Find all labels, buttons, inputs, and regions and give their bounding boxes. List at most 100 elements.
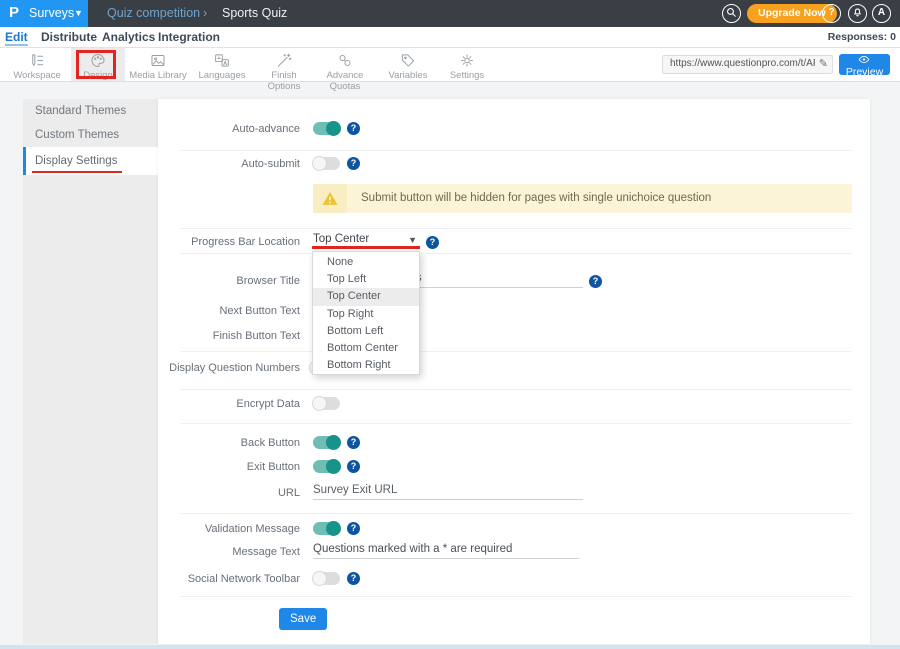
- active-tab-underline: [5, 44, 28, 46]
- encrypt-data-label: Encrypt Data: [140, 398, 300, 410]
- responses-count: Responses: 0: [828, 31, 896, 43]
- edit-toolbar: Workspace Design Media Library Languages…: [0, 48, 900, 82]
- finish-options-wand-icon: [274, 52, 294, 69]
- variables-tag-icon: [398, 52, 418, 69]
- toolbar-item-media-library[interactable]: Media Library: [128, 48, 188, 81]
- dropdown-option-bottom-left[interactable]: Bottom Left: [313, 323, 419, 340]
- save-button[interactable]: Save: [279, 608, 327, 630]
- survey-url-box: ✎: [662, 55, 833, 74]
- divider: [180, 423, 852, 424]
- warning-triangle-icon: [321, 190, 339, 207]
- settings-gear-icon: [457, 52, 477, 69]
- breadcrumb-separator: ›: [203, 0, 207, 27]
- auto-submit-help-icon[interactable]: ?: [347, 157, 360, 170]
- divider: [180, 351, 852, 352]
- progress-bar-location-dropdown: None Top Left Top Center Top Right Botto…: [312, 251, 420, 375]
- sidebar-item-custom-themes[interactable]: Custom Themes: [23, 123, 158, 147]
- toolbar-item-finish-options[interactable]: Finish Options: [254, 48, 314, 92]
- auto-advance-label: Auto-advance: [140, 123, 300, 135]
- auto-advance-toggle[interactable]: [313, 122, 340, 135]
- annotation-red-underline-display-settings: [32, 171, 122, 173]
- dropdown-option-top-center[interactable]: Top Center: [313, 288, 419, 305]
- search-icon: [726, 7, 737, 18]
- divider: [180, 228, 852, 229]
- message-text-input[interactable]: [313, 543, 579, 559]
- social-network-toolbar-label: Social Network Toolbar: [140, 573, 300, 585]
- chevron-down-icon: ▼: [74, 8, 83, 18]
- advance-quotas-icon: [335, 52, 355, 69]
- toolbar-item-languages[interactable]: Languages: [192, 48, 252, 81]
- warning-banner: Submit button will be hidden for pages w…: [313, 184, 852, 213]
- auto-submit-label: Auto-submit: [140, 158, 300, 170]
- top-bar: P Surveys ▼ Quiz competition › Sports Qu…: [0, 0, 900, 27]
- tab-edit[interactable]: Edit: [5, 30, 28, 44]
- media-library-icon: [148, 52, 168, 69]
- eye-icon: [858, 55, 870, 64]
- dropdown-option-bottom-right[interactable]: Bottom Right: [313, 357, 419, 374]
- divider: [180, 253, 852, 254]
- message-text-label: Message Text: [140, 546, 300, 558]
- notifications-button[interactable]: [848, 4, 867, 23]
- back-button-label: Back Button: [140, 437, 300, 449]
- dropdown-option-none[interactable]: None: [313, 254, 419, 271]
- social-network-toolbar-help-icon[interactable]: ?: [347, 572, 360, 585]
- back-button-help-icon[interactable]: ?: [347, 436, 360, 449]
- exit-url-input[interactable]: [313, 484, 583, 500]
- preview-button[interactable]: Preview: [839, 54, 890, 75]
- annotation-red-underline-select: [312, 246, 420, 249]
- divider: [180, 596, 852, 597]
- back-button-toggle[interactable]: [313, 436, 340, 449]
- survey-url-input[interactable]: [668, 57, 817, 70]
- workspace-icon: [27, 52, 47, 69]
- exit-button-help-icon[interactable]: ?: [347, 460, 360, 473]
- survey-nav: Edit Distribute Analytics Integration Re…: [0, 27, 900, 48]
- select-caret-icon: ▼: [408, 235, 417, 245]
- tab-integration[interactable]: Integration: [158, 30, 220, 44]
- search-button[interactable]: [722, 4, 741, 23]
- product-label: Surveys: [29, 6, 74, 20]
- divider: [180, 389, 852, 390]
- questionpro-app: P Surveys ▼ Quiz competition › Sports Qu…: [0, 0, 900, 649]
- design-sidebar: Standard Themes Custom Themes Display Se…: [23, 99, 158, 644]
- progress-bar-location-label: Progress Bar Location: [140, 236, 300, 248]
- validation-message-toggle[interactable]: [313, 522, 340, 535]
- validation-message-help-icon[interactable]: ?: [347, 522, 360, 535]
- questionpro-logo: P: [9, 4, 19, 21]
- exit-url-label: URL: [140, 487, 300, 499]
- encrypt-data-toggle[interactable]: [313, 397, 340, 410]
- finish-button-text-label: Finish Button Text: [140, 330, 300, 342]
- display-question-numbers-label: Display Question Numbers: [140, 362, 300, 374]
- browser-title-label: Browser Title: [140, 275, 300, 287]
- progress-bar-help-icon[interactable]: ?: [426, 236, 439, 249]
- warning-text: Submit button will be hidden for pages w…: [361, 184, 711, 213]
- sidebar-item-standard-themes[interactable]: Standard Themes: [23, 99, 158, 123]
- toolbar-item-settings[interactable]: Settings: [437, 48, 497, 81]
- exit-button-toggle[interactable]: [313, 460, 340, 473]
- toolbar-item-workspace[interactable]: Workspace: [7, 48, 67, 81]
- auto-advance-help-icon[interactable]: ?: [347, 122, 360, 135]
- browser-title-help-icon[interactable]: ?: [589, 275, 602, 288]
- tab-distribute[interactable]: Distribute: [41, 30, 97, 44]
- breadcrumb-parent[interactable]: Quiz competition: [107, 0, 200, 27]
- social-network-toolbar-toggle[interactable]: [313, 572, 340, 585]
- bell-icon: [852, 7, 863, 18]
- bottom-edge-strip: [0, 645, 900, 649]
- dropdown-option-top-left[interactable]: Top Left: [313, 271, 419, 288]
- divider: [180, 150, 852, 151]
- tab-analytics[interactable]: Analytics: [102, 30, 155, 44]
- dropdown-option-bottom-center[interactable]: Bottom Center: [313, 340, 419, 357]
- validation-message-label: Validation Message: [140, 523, 300, 535]
- surveys-menu[interactable]: P Surveys ▼: [0, 0, 88, 27]
- edit-url-pencil-icon[interactable]: ✎: [819, 57, 828, 70]
- next-button-text-label: Next Button Text: [140, 305, 300, 317]
- toolbar-item-variables[interactable]: Variables: [378, 48, 438, 81]
- breadcrumb-current: Sports Quiz: [222, 0, 287, 27]
- avatar[interactable]: A: [872, 4, 891, 23]
- help-button[interactable]: ?: [822, 4, 841, 23]
- auto-submit-toggle[interactable]: [313, 157, 340, 170]
- toolbar-item-advance-quotas[interactable]: Advance Quotas: [315, 48, 375, 92]
- dropdown-option-top-right[interactable]: Top Right: [313, 306, 419, 323]
- divider: [180, 513, 852, 514]
- exit-button-label: Exit Button: [140, 461, 300, 473]
- annotation-red-box-design: [76, 50, 116, 79]
